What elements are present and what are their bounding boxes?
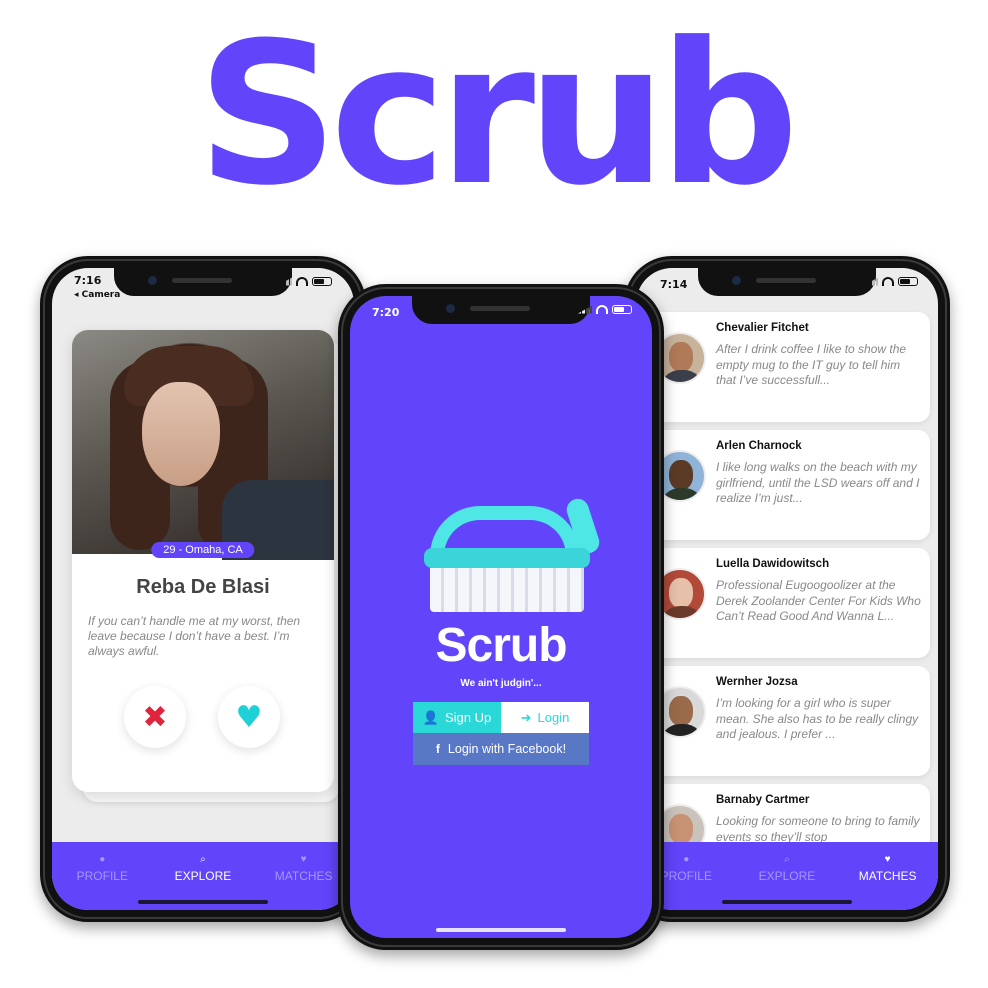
match-card[interactable]: Arlen Charnock I like long walks on the … [644,430,930,540]
like-button[interactable]: ♥ [218,686,280,748]
sign-up-button[interactable]: 👤 Sign Up [413,702,501,733]
tab-label: PROFILE [76,869,128,883]
sign-up-label: Sign Up [444,710,492,725]
profile-bio: If you can’t handle me at my worst, then… [88,614,301,658]
tab-label: EXPLORE [758,869,816,883]
explore-phone: 7:16 ◂ Camera 29 - Omaha, CA Reba De Bla… [40,256,366,922]
notch [412,296,590,324]
match-name: Arlen Charnock [716,440,802,452]
match-list[interactable]: Chevalier Fitchet After I drink coffee I… [636,304,938,842]
signal-icon [578,305,592,314]
status-time: 7:20 [372,306,400,319]
match-name: Barnaby Cartmer [716,794,810,806]
match-card[interactable]: Chevalier Fitchet After I drink coffee I… [644,312,930,422]
user-icon: ● [99,854,106,865]
match-card[interactable]: Barnaby Cartmer Looking for someone to b… [644,784,930,842]
match-message: After I drink coffee I like to show the … [716,342,907,387]
signal-icon [864,277,878,286]
battery-icon [612,305,632,314]
home-indicator[interactable] [722,900,852,904]
notch [698,268,876,296]
home-indicator[interactable] [436,928,566,932]
match-message: I like long walks on the beach with my g… [716,460,920,505]
matches-screen: 7:14 Chevalier Fitchet After I drink cof… [636,268,938,910]
status-icons [578,305,632,314]
tab-profile[interactable]: ● PROFILE [53,846,153,892]
profile-photo [72,330,334,560]
tab-explore[interactable]: ⌕ EXPLORE [737,846,837,892]
login-label: Login [537,710,570,725]
heart-icon: ♥ [300,854,307,865]
heart-icon: ♥ [235,699,263,735]
tab-label: EXPLORE [174,869,232,883]
user-icon: ● [683,854,690,865]
explore-screen: 7:16 ◂ Camera 29 - Omaha, CA Reba De Bla… [52,268,354,910]
location-badge: 29 - Omaha, CA [151,542,255,558]
home-indicator[interactable] [138,900,268,904]
back-to-camera-link[interactable]: ◂ Camera [74,290,120,300]
heart-icon: ♥ [884,854,891,865]
match-name: Wernher Jozsa [716,676,798,688]
wifi-icon [296,277,308,286]
profile-card[interactable]: 29 - Omaha, CA Reba De Blasi If you can’… [72,330,334,792]
close-x-icon: ✖ [142,699,168,735]
match-card[interactable]: Wernher Jozsa I’m looking for a girl who… [644,666,930,776]
add-user-icon: 👤 [422,709,439,725]
status-icons [864,277,918,286]
match-name: Chevalier Fitchet [716,322,809,334]
brand-title: Scrub [197,1,799,229]
search-icon: ⌕ [200,854,206,865]
tagline: We ain't judgin'... [460,678,542,689]
match-message: Looking for someone to bring to family e… [716,814,920,842]
tab-label: PROFILE [660,869,712,883]
battery-icon [898,277,918,286]
status-time: 7:14 [660,278,688,291]
notch [114,268,292,296]
sign-in-icon: ➜ [520,709,532,725]
status-time: 7:16 [74,274,102,287]
profile-name: Reba De Blasi [136,576,270,598]
auth-buttons: 👤 Sign Up ➜ Login [413,702,589,733]
match-message: Professional Eugoogoolizer at the Derek … [716,578,921,623]
facebook-icon: f [435,742,440,756]
app-name: Scrub [435,619,567,672]
battery-icon [312,277,332,286]
status-icons [278,277,332,286]
facebook-login-button[interactable]: f Login with Facebook! [413,733,589,765]
tab-label: MATCHES [858,869,917,883]
tab-explore[interactable]: ⌕ EXPLORE [153,846,253,892]
login-screen: 7:20 Scrub We ain't judgin'... 👤 Sign Up… [350,296,652,938]
brush-logo-icon [424,495,603,614]
facebook-label: Login with Facebook! [447,742,567,756]
match-message: I’m looking for a girl who is super mean… [716,696,919,741]
login-button[interactable]: ➜ Login [501,702,589,733]
nope-button[interactable]: ✖ [124,686,186,748]
search-icon: ⌕ [784,854,790,865]
signal-icon [278,277,292,286]
match-name: Luella Dawidowitsch [716,558,830,570]
tab-matches[interactable]: ♥ MATCHES [838,846,938,892]
login-phone: 7:20 Scrub We ain't judgin'... 👤 Sign Up… [338,284,664,950]
match-card[interactable]: Luella Dawidowitsch Professional Eugoogo… [644,548,930,658]
matches-phone: 7:14 Chevalier Fitchet After I drink cof… [624,256,950,922]
tab-label: MATCHES [274,869,333,883]
wifi-icon [882,277,894,286]
wifi-icon [596,305,608,314]
